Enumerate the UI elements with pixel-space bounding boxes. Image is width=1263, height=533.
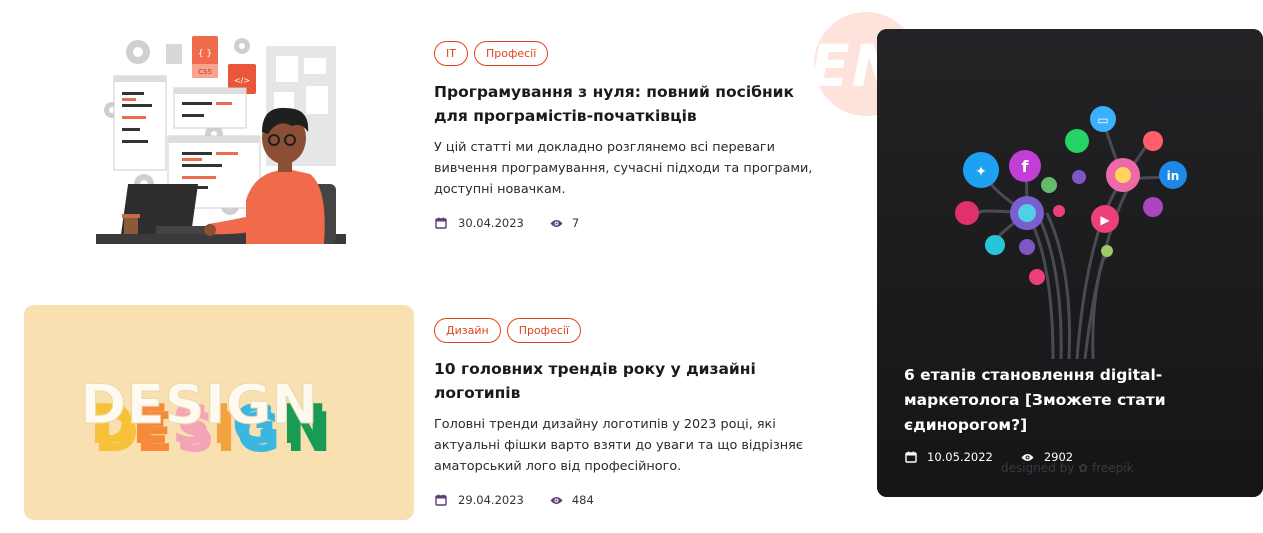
design-word: DESIGN: [80, 373, 318, 436]
featured-date: 10.05.2022: [927, 450, 993, 464]
svg-text:▶: ▶: [1100, 213, 1110, 227]
tag-professions[interactable]: Професії: [473, 41, 549, 66]
tag-list: IT Професії: [434, 41, 824, 66]
article-date: 29.04.2023: [458, 493, 524, 507]
eye-icon: [550, 493, 564, 507]
featured-article-card[interactable]: ✦ f in ▭ ▶ designed by ✿ freepik 6 етапі…: [877, 29, 1263, 497]
programmer-illustration: { } CSS </>: [96, 36, 346, 244]
svg-text:▭: ▭: [1097, 113, 1108, 127]
svg-text:f: f: [1022, 157, 1030, 176]
article-title[interactable]: Програмування з нуля: повний посібник дл…: [434, 80, 824, 128]
tag-it[interactable]: IT: [434, 41, 468, 66]
tag-list: Дизайн Професії: [434, 318, 824, 343]
calendar-icon: [434, 493, 448, 507]
article-excerpt: У цій статті ми докладно розглянемо всі …: [434, 140, 813, 197]
article-meta: 30.04.2023 7: [434, 215, 824, 231]
eye-icon: [1021, 450, 1035, 464]
svg-text:</>: </>: [234, 76, 250, 85]
article-thumbnail-design[interactable]: D E S I G N D E S I G N DESIGN: [24, 305, 414, 520]
tag-design[interactable]: Дизайн: [434, 318, 501, 343]
article-views: 7: [571, 216, 580, 230]
svg-text:✦: ✦: [975, 164, 987, 180]
article-date: 30.04.2023: [458, 216, 524, 230]
featured-meta: 10.05.2022 2902: [904, 449, 1073, 465]
article-card: Дизайн Професії 10 головних трендів року…: [434, 318, 824, 508]
featured-views: 2902: [1043, 450, 1074, 464]
calendar-icon: [434, 216, 448, 230]
design-word-illustration: D E S I G N D E S I G N DESIGN: [80, 373, 332, 465]
article-views: 484: [571, 493, 594, 507]
svg-text:{ }: { }: [198, 49, 212, 59]
featured-title[interactable]: 6 етапів становлення digital-маркетолога…: [904, 363, 1204, 438]
svg-text:CSS: CSS: [198, 68, 212, 76]
svg-text:in: in: [1167, 169, 1180, 183]
article-thumbnail-programming[interactable]: { } CSS </>: [96, 28, 346, 244]
article-title[interactable]: 10 головних трендів року у дизайні логот…: [434, 357, 824, 405]
article-meta: 29.04.2023 484: [434, 492, 824, 508]
tag-professions[interactable]: Професії: [506, 318, 582, 343]
calendar-icon: [904, 450, 918, 464]
eye-icon: [550, 216, 564, 230]
article-card: IT Професії Програмування з нуля: повний…: [434, 41, 824, 231]
article-excerpt: Головні тренди дизайну логотипів у 2023 …: [434, 417, 803, 474]
